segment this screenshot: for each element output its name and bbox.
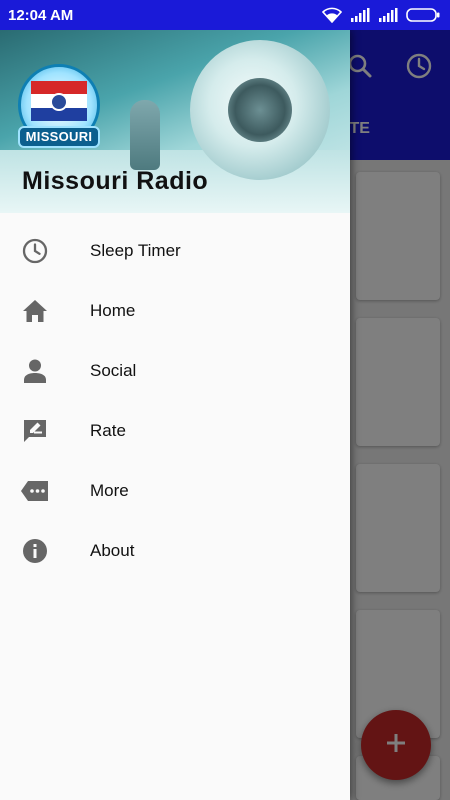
info-icon: [20, 536, 50, 566]
menu-item-label: More: [90, 481, 129, 500]
menu-item-more[interactable]: More: [0, 461, 350, 521]
battery-icon: [406, 8, 440, 22]
person-icon: [20, 356, 50, 386]
menu-item-label: Social: [90, 361, 137, 380]
menu-item-label: Rate: [90, 421, 126, 440]
home-icon: [20, 296, 50, 326]
menu-item-label: Sleep Timer: [90, 241, 181, 260]
menu-item-about[interactable]: About: [0, 521, 350, 581]
more-icon: [20, 476, 50, 506]
status-time: 12:04 AM: [8, 6, 74, 24]
status-icons: [322, 7, 440, 23]
menu-item-sleep-timer[interactable]: Sleep Timer: [0, 221, 350, 281]
signal-icon: [378, 8, 398, 22]
menu-item-rate[interactable]: Rate: [0, 401, 350, 461]
clock-icon: [20, 236, 50, 266]
missouri-flag-icon: [31, 81, 87, 121]
menu-item-label: Home: [90, 301, 136, 320]
menu-item-social[interactable]: Social: [0, 341, 350, 401]
menu-item-label: About: [90, 541, 135, 560]
logo-banner: MISSOURI: [18, 126, 100, 148]
header-background: [228, 78, 292, 142]
menu-item-home[interactable]: Home: [0, 281, 350, 341]
drawer-title: Missouri Radio: [22, 167, 209, 195]
navigation-drawer: MISSOURI Missouri Radio Sleep Timer Home: [0, 30, 350, 800]
wifi-icon: [322, 7, 342, 23]
rate-icon: [20, 416, 50, 446]
drawer-menu: Sleep Timer Home Social Rate More About: [0, 213, 350, 581]
drawer-header: MISSOURI Missouri Radio: [0, 30, 350, 213]
header-background: [130, 100, 160, 170]
status-bar: 12:04 AM: [0, 0, 450, 30]
signal-icon: [350, 8, 370, 22]
